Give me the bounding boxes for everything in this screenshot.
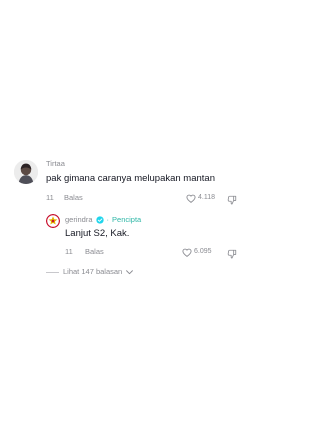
avatar[interactable] [14, 160, 38, 184]
creator-separator: · [106, 215, 110, 224]
thumbs-down-icon [227, 195, 237, 205]
avatar-image [14, 160, 38, 184]
creator-avatar[interactable] [46, 214, 60, 228]
thumbs-down-icon [227, 249, 237, 259]
verified-badge-icon [95, 216, 104, 224]
like-count: 4.118 [198, 194, 215, 201]
reply-username[interactable]: gerindra [65, 215, 93, 225]
view-replies-label: Lihat 147 balasan [63, 267, 123, 276]
reply-timestamp: 11 [65, 247, 73, 256]
reply-reply-button[interactable]: Balas [85, 247, 104, 257]
chevron-down-icon [126, 269, 134, 274]
comment-username[interactable]: Tirtaa [46, 159, 65, 169]
comment-timestamp: 11 [46, 193, 54, 202]
reply-username-row: gerindra · Pencipta [65, 215, 141, 225]
like-button[interactable]: 4.118 [186, 193, 215, 203]
gerindra-logo-icon [46, 214, 60, 228]
comment-text: pak gimana caranya melupakan mantan [46, 173, 215, 184]
creator-badge: Pencipta [112, 215, 142, 224]
view-replies-button[interactable]: Lihat 147 balasan [46, 267, 134, 277]
reply-item: gerindra · Pencipta Lanjut S2, Kak. 11 B… [0, 208, 250, 264]
comment-item: Tirtaa pak gimana caranya melupakan mant… [0, 150, 250, 210]
divider-line [46, 271, 59, 273]
reply-button[interactable]: Balas [64, 193, 83, 203]
heart-icon [186, 194, 196, 203]
reply-text: Lanjut S2, Kak. [65, 228, 130, 239]
heart-icon [182, 248, 192, 257]
reply-like-count: 6.095 [194, 248, 212, 255]
reply-dislike-button[interactable] [227, 246, 237, 264]
reply-like-button[interactable]: 6.095 [182, 247, 212, 257]
